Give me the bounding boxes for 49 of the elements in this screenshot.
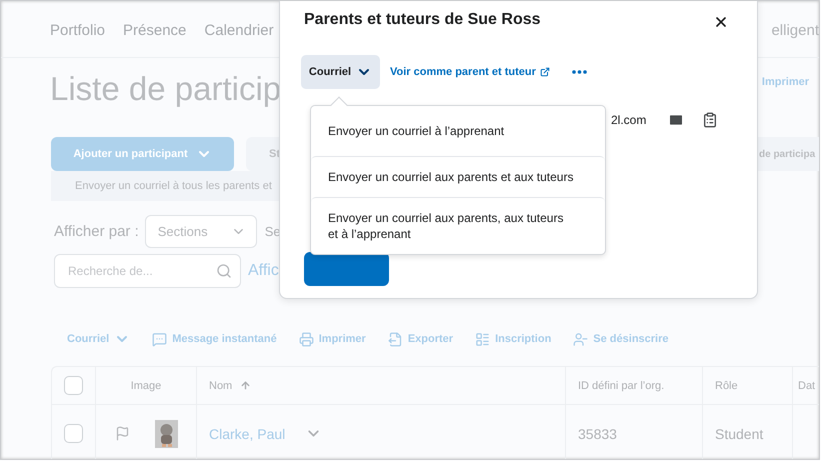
mail-icon[interactable] [668, 112, 684, 128]
search-icon[interactable] [216, 263, 232, 279]
printer-icon [298, 332, 314, 346]
more-button[interactable] [572, 70, 587, 74]
dialog-button[interactable] [304, 252, 389, 286]
checkbox[interactable] [64, 424, 83, 443]
toolbar-button[interactable]: Exporter [388, 332, 454, 346]
user-minus-icon [573, 332, 588, 346]
page-title: Liste de particip [50, 70, 282, 108]
toolbar-button[interactable]: Message instantané [152, 332, 277, 346]
column-header[interactable]: Nom [209, 380, 232, 392]
search-field[interactable]: Recherche de... [54, 254, 241, 288]
table-cell: 35833 [578, 426, 617, 442]
table-cell: Student [715, 426, 764, 442]
toolbar-button[interactable]: Se désinscrire [573, 332, 669, 346]
export-icon [388, 332, 403, 346]
column-header[interactable]: ID défini par l’org. [578, 380, 664, 392]
nav-link[interactable]: elligent [771, 22, 819, 39]
notice-text: Envoyer un courriel à tous les parents et [51, 171, 281, 201]
show-link[interactable]: Affic [248, 262, 279, 280]
menu-item[interactable]: Envoyer un courriel aux parents et aux tuteurs [311, 156, 605, 197]
sections-select[interactable]: Sections [144, 214, 257, 248]
close-button[interactable] [713, 14, 729, 30]
nav-link[interactable]: Présence [123, 22, 186, 39]
menu-item[interactable]: Envoyer un courriel à l’apprenant [311, 106, 605, 156]
column-header[interactable]: Dat [798, 380, 816, 392]
more-icon [572, 70, 587, 74]
checkbox[interactable] [64, 376, 83, 395]
toolbar-button[interactable]: Inscription [475, 332, 552, 346]
list-icon [475, 332, 490, 346]
add-participant-button[interactable]: Ajouter un participant [51, 137, 234, 171]
email-text: 2l.com [611, 113, 646, 127]
column-header[interactable]: Image [130, 380, 162, 392]
view-as-link[interactable]: Voir comme parent et tuteur [390, 66, 550, 78]
email-menu-button[interactable]: Courriel [301, 55, 380, 89]
external-link-icon [540, 67, 550, 77]
toolbar-button[interactable]: Courriel [67, 331, 130, 347]
menu-item[interactable]: Envoyer un courriel aux parents, aux tuteurs et à l’apprenant [311, 197, 605, 254]
toolbar-button[interactable]: Imprimer [298, 332, 366, 346]
column-header[interactable]: Rôle [715, 380, 738, 392]
clipboard-icon[interactable] [702, 112, 718, 128]
dialog-title: Parents et tuteurs de Sue Ross [304, 11, 541, 29]
nav-link[interactable]: Calendrier [204, 22, 274, 39]
name-link[interactable]: Clarke, Paul [209, 426, 286, 442]
sort-icon[interactable] [240, 380, 252, 391]
nav-link[interactable]: Portfolio [50, 22, 106, 39]
view-by-label: Afficher par : [54, 222, 139, 240]
flag-icon[interactable] [114, 426, 130, 441]
chat-icon [152, 332, 168, 346]
